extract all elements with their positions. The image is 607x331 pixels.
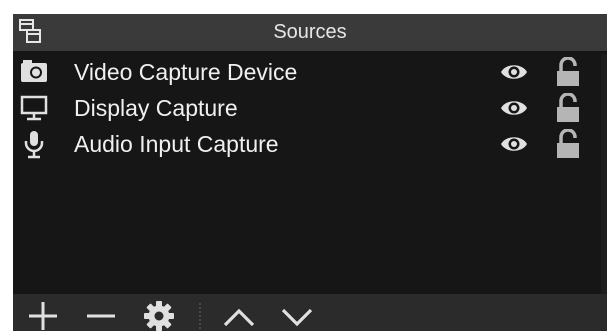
move-down-icon[interactable] <box>279 298 315 331</box>
source-item-video-capture-device[interactable]: Video Capture Device <box>13 54 607 90</box>
dock-title: Sources <box>273 21 347 43</box>
unlocked-lock-icon[interactable] <box>555 129 581 159</box>
visibility-eye-icon[interactable] <box>500 62 528 82</box>
sources-list[interactable]: Video Capture Device Display Capture Aud… <box>13 54 607 294</box>
sources-toolbar <box>13 294 607 331</box>
microphone-icon <box>24 131 44 159</box>
list-scrollbar[interactable] <box>601 54 607 294</box>
monitor-icon <box>20 95 48 121</box>
move-up-icon[interactable] <box>221 298 257 331</box>
unlocked-lock-icon[interactable] <box>555 93 581 123</box>
toolbar-separator <box>199 303 201 329</box>
unlocked-lock-icon[interactable] <box>555 57 581 87</box>
visibility-eye-icon[interactable] <box>500 98 528 118</box>
source-label: Video Capture Device <box>74 59 298 85</box>
remove-icon[interactable] <box>83 298 119 331</box>
source-label: Audio Input Capture <box>74 131 279 157</box>
source-item-display-capture[interactable]: Display Capture <box>13 90 607 126</box>
visibility-eye-icon[interactable] <box>500 134 528 154</box>
gear-icon[interactable] <box>141 298 177 331</box>
camera-icon <box>21 60 47 82</box>
dock-titlebar[interactable]: Sources <box>13 14 607 51</box>
sources-dock: Sources Video Capture Device Display Cap… <box>13 14 607 331</box>
source-item-audio-input-capture[interactable]: Audio Input Capture <box>13 126 607 162</box>
add-icon[interactable] <box>25 298 61 331</box>
source-label: Display Capture <box>74 95 238 121</box>
